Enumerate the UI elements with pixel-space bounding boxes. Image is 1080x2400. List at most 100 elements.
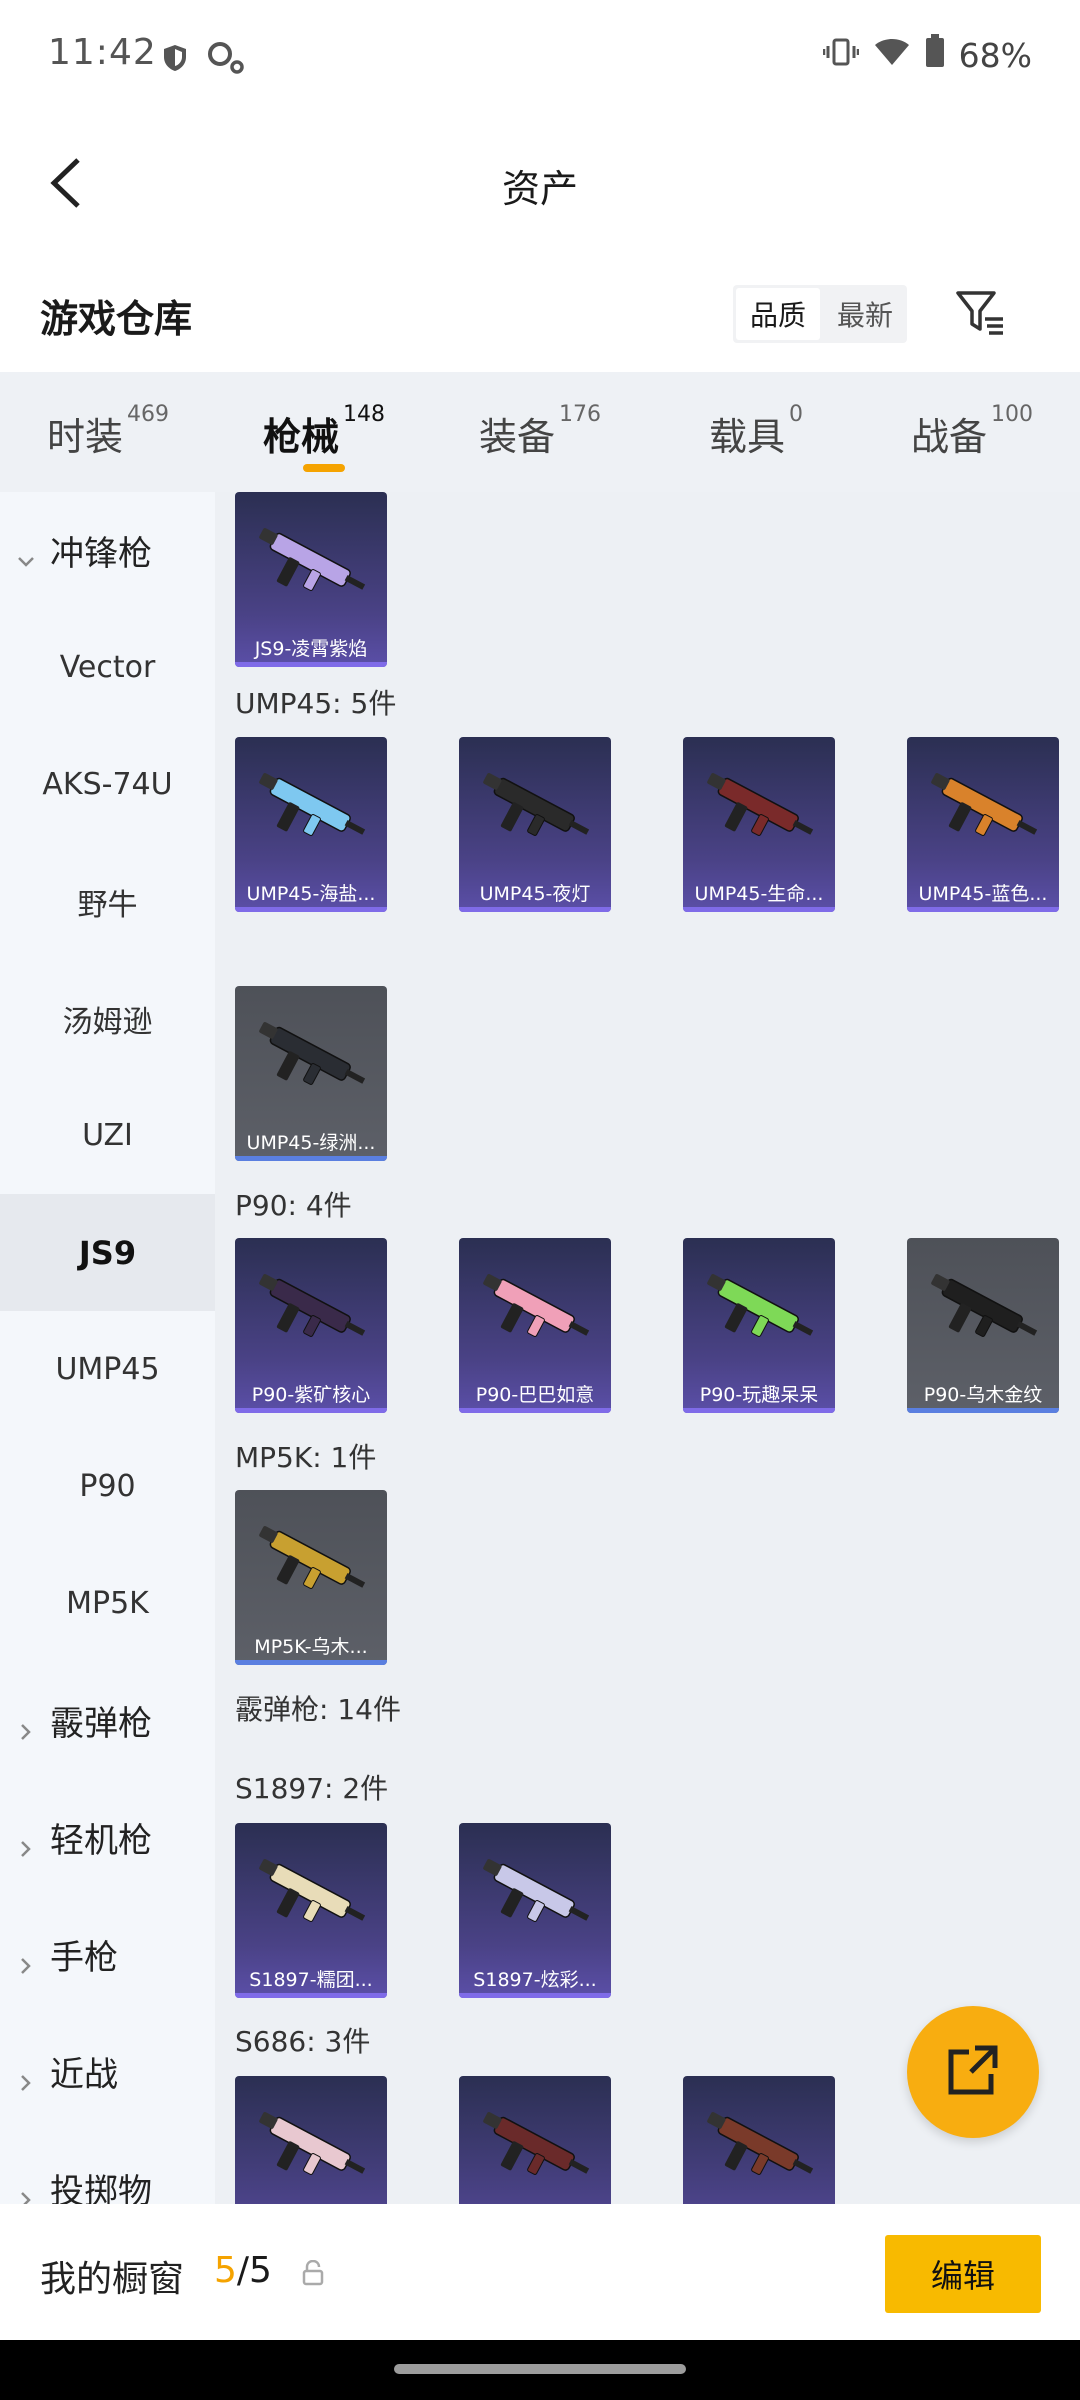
chevron-down-icon [16,541,36,567]
weapon-skin-card[interactable]: UMP45-夜灯 [459,737,611,912]
weapon-skin-name: P90-紫矿核心 [251,1384,371,1406]
sidebar-group-melee[interactable]: 近战 [0,2013,215,2130]
weapon-icon [483,2112,590,2175]
weapon-skin-card[interactable]: P90-乌木金纹 [907,1238,1059,1413]
weapon-skin-name: UMP45-绿洲... [246,1132,376,1154]
system-nav-bar [0,2340,1080,2400]
shield-icon [162,43,188,77]
showcase-count: 5/5 [214,2250,272,2291]
section-label-p90: P90: 4件 [235,1189,352,1222]
sidebar-item-uzi[interactable]: UZI [0,1077,215,1194]
weapon-icon [931,773,1038,836]
sidebar-item-aks74u[interactable]: AKS-74U [0,726,215,843]
sidebar-group-throwable[interactable]: 投掷物 [0,2130,215,2204]
header: 资产 [0,130,1080,240]
sidebar-item-vector[interactable]: Vector [0,609,215,726]
warehouse-title: 游戏仓库 [40,297,193,341]
rarity-bar [235,662,387,667]
weapon-skin-card[interactable]: MP5K-乌木... [235,1490,387,1665]
showcase-bar: 我的橱窗 5/5 编辑 [0,2204,1080,2340]
weapon-icon [483,1859,590,1922]
rarity-bar [459,1408,611,1413]
weapon-icon [931,1274,1038,1337]
status-time: 11:42 [48,32,157,73]
external-link-icon [945,2042,1001,2102]
status-bar: 11:42 68% [0,0,1080,110]
sidebar-item-bizon[interactable]: 野牛 [0,843,215,960]
tab-vehicles[interactable]: 载具 0 [648,372,864,492]
rarity-bar [683,907,835,912]
weapon-icon [259,773,366,836]
wifi-icon [873,36,911,75]
weapon-icon [483,773,590,836]
lock-icon [302,2259,324,2290]
weapon-skin-name: UMP45-生命... [694,883,824,905]
sidebar-group-shotgun[interactable]: 霰弹枪 [0,1662,215,1779]
weapon-skin-name: P90-乌木金纹 [923,1384,1043,1406]
rarity-bar [235,1660,387,1665]
sort-quality-button[interactable]: 品质 [736,288,820,340]
section-label-mp5k: MP5K: 1件 [235,1441,377,1474]
sidebar-group-smg[interactable]: 冲锋枪 [0,492,215,609]
sidebar-item-thompson[interactable]: 汤姆逊 [0,960,215,1077]
weapon-icon [707,1274,814,1337]
rarity-bar [459,907,611,912]
tab-fashion[interactable]: 时装 469 [0,372,216,492]
weapon-icon [259,2112,366,2175]
weapon-skin-card[interactable]: UMP45-生命... [683,737,835,912]
active-tab-indicator [303,464,345,472]
sidebar-group-lmg[interactable]: 轻机枪 [0,1779,215,1896]
weapon-skin-card[interactable]: S1897-糯团... [235,1823,387,1998]
filter-icon [955,289,1005,341]
rarity-bar [907,907,1059,912]
weapon-skin-card[interactable]: UMP45-绿洲... [235,986,387,1161]
weapon-skin-card[interactable]: UMP45-蓝色... [907,737,1059,912]
weapon-grid: UMP45: 5件 P90: 4件 MP5K: 1件 霰弹枪: 14件 S189… [215,492,1080,2204]
weapon-skin-card[interactable]: S1897-炫彩... [459,1823,611,1998]
battery-percent: 68% [958,35,1032,75]
chevron-right-icon [16,2179,36,2204]
sidebar-group-pistol[interactable]: 手枪 [0,1896,215,2013]
weapon-skin-card[interactable]: UMP45-海盐... [235,737,387,912]
weapon-skin-name: MP5K-乌木... [254,1636,368,1658]
weapon-icon [259,1526,366,1589]
sort-toggle: 品质 最新 [733,285,907,343]
weapon-icon [707,2112,814,2175]
weapon-icon [483,1274,590,1337]
weapon-skin-card[interactable] [683,2076,835,2204]
weapon-skin-name: JS9-凌霄紫焰 [254,638,368,660]
edit-button[interactable]: 编辑 [885,2235,1041,2313]
tab-supplies[interactable]: 战备 100 [864,372,1080,492]
weapon-skin-name: UMP45-海盐... [246,883,376,905]
rarity-bar [459,1993,611,1998]
filter-button[interactable] [950,285,1010,345]
weapon-skin-card[interactable] [235,2076,387,2204]
showcase-label: 我的橱窗 [40,2259,185,2300]
sidebar-item-js9[interactable]: JS9 [0,1194,215,1311]
weapon-skin-card[interactable]: P90-巴巴如意 [459,1238,611,1413]
sort-latest-button[interactable]: 最新 [823,285,907,343]
home-gesture-handle[interactable] [394,2364,686,2374]
weapon-skin-card[interactable] [459,2076,611,2204]
tab-equipment[interactable]: 装备 176 [432,372,648,492]
weapon-skin-card[interactable]: P90-玩趣呆呆 [683,1238,835,1413]
weapon-skin-name: S1897-糯团... [249,1969,373,1991]
weapon-skin-card[interactable]: P90-紫矿核心 [235,1238,387,1413]
sidebar-item-p90[interactable]: P90 [0,1428,215,1545]
category-tabs: 时装 469 枪械 148 装备 176 载具 0 战备 100 [0,372,1080,492]
share-fab-button[interactable] [907,2006,1039,2138]
battery-icon [925,34,945,76]
search-status-icon [206,40,246,80]
weapon-skin-card[interactable]: JS9-凌霄紫焰 [235,492,387,667]
chevron-right-icon [16,1828,36,1857]
tab-firearms[interactable]: 枪械 148 [216,372,432,492]
section-label-shotgun: 霰弹枪: 14件 [235,1693,401,1726]
chevron-right-icon [16,2062,36,2091]
page-title: 资产 [501,167,578,211]
rarity-bar [235,1993,387,1998]
sidebar-item-ump45[interactable]: UMP45 [0,1311,215,1428]
vibrate-icon [822,36,859,75]
sidebar-item-mp5k[interactable]: MP5K [0,1545,215,1662]
rarity-bar [683,1408,835,1413]
rarity-bar [235,1156,387,1161]
